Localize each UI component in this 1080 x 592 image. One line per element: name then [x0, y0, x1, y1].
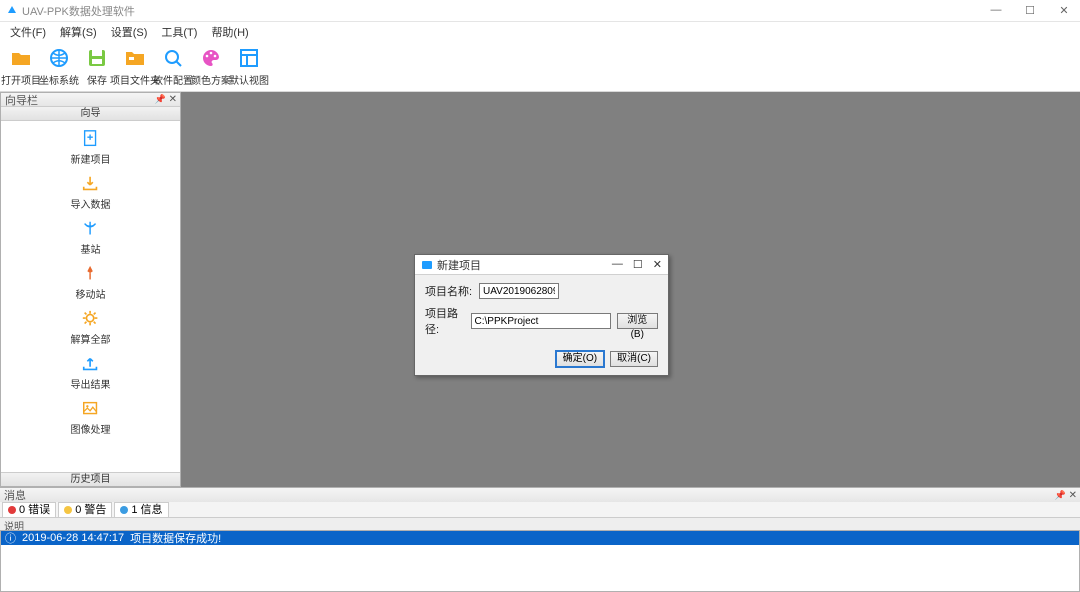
sidebar-tab-wizard[interactable]: 向导	[1, 107, 180, 121]
sidebar: 向导栏 📌 ✕ 向导 新建项目导入数据基站移动站解算全部导出结果图像处理 历史项…	[0, 92, 181, 487]
wizard-label: 导入数据	[71, 196, 111, 211]
minimize-icon[interactable]: —	[986, 4, 1006, 17]
close-icon[interactable]: ✕	[1054, 4, 1074, 17]
save-icon	[85, 46, 109, 70]
close-panel-icon[interactable]: ✕	[169, 94, 177, 105]
menu-tools[interactable]: 工具(T)	[155, 22, 203, 42]
menu-solve[interactable]: 解算(S)	[54, 22, 103, 42]
toolbar-label: 打开项目	[1, 72, 41, 87]
layout-icon	[237, 46, 261, 70]
messages-tabs: 0 错误 0 警告 1 信息	[0, 502, 1080, 518]
wiz-image-process[interactable]: 图像处理	[71, 397, 111, 438]
toolbar-label: 保存	[87, 72, 107, 87]
wizard-label: 解算全部	[71, 331, 111, 346]
messages-panel: 消息 📌 ✕ 0 错误 0 警告 1 信息 说明 ⓘ 2019-06-28 14:4…	[0, 487, 1080, 592]
sidebar-panel-title: 向导栏	[5, 92, 38, 108]
plus-doc-icon	[81, 129, 101, 149]
messages-pin-icon[interactable]: 📌	[1055, 490, 1066, 501]
maximize-icon[interactable]: ☐	[1020, 4, 1040, 17]
msg-tab-label: 0 警告	[75, 504, 106, 516]
project-path-label: 项目路径:	[425, 305, 465, 337]
import-icon	[81, 174, 101, 194]
wiz-import-data[interactable]: 导入数据	[71, 172, 111, 213]
search-gear-icon	[161, 46, 185, 70]
msg-tab-label: 1 信息	[131, 504, 162, 516]
tab-info[interactable]: 1 信息	[114, 502, 168, 518]
status-dot-icon	[64, 506, 72, 514]
toolbar-label: 默认视图	[229, 72, 269, 87]
wizard-body: 新建项目导入数据基站移动站解算全部导出结果图像处理	[1, 121, 180, 472]
dialog-minimize-icon[interactable]: —	[612, 258, 623, 271]
export-icon	[81, 354, 101, 374]
wiz-solve-all[interactable]: 解算全部	[71, 307, 111, 348]
coord-system-button[interactable]: 坐标系统	[42, 44, 76, 89]
dialog-icon	[421, 259, 433, 271]
canvas: 新建项目 — ☐ ✕ 项目名称: 项目路径: 浏览(B)	[181, 92, 1080, 487]
messages-close-icon[interactable]: ✕	[1069, 490, 1077, 501]
messages-header: 消息 📌 ✕	[0, 488, 1080, 502]
wizard-label: 图像处理	[71, 421, 111, 436]
save-button[interactable]: 保存	[80, 44, 114, 89]
window-titlebar: UAV-PPK数据处理软件 — ☐ ✕	[0, 0, 1080, 22]
dialog-titlebar[interactable]: 新建项目 — ☐ ✕	[415, 255, 668, 275]
wiz-base-station[interactable]: 基站	[81, 217, 101, 258]
default-view-button[interactable]: 默认视图	[232, 44, 266, 89]
cancel-button[interactable]: 取消(C)	[610, 351, 658, 367]
menu-settings[interactable]: 设置(S)	[105, 22, 154, 42]
menu-help[interactable]: 帮助(H)	[205, 22, 254, 42]
software-config-button[interactable]: 软件配置	[156, 44, 190, 89]
open-project-button[interactable]: 打开项目	[4, 44, 38, 89]
project-name-input[interactable]	[479, 283, 559, 299]
tab-warnings[interactable]: 0 警告	[58, 502, 112, 518]
toolbar-label: 软件配置	[153, 72, 193, 87]
globe-icon	[47, 46, 71, 70]
browse-button[interactable]: 浏览(B)	[617, 313, 658, 329]
toolbar-label: 颜色方案	[191, 72, 231, 87]
project-folder-button[interactable]: 项目文件夹	[118, 44, 152, 89]
pin-icon[interactable]: 📌	[155, 94, 166, 105]
wizard-label: 新建项目	[71, 151, 111, 166]
wizard-label: 导出结果	[71, 376, 111, 391]
status-dot-icon	[120, 506, 128, 514]
msg-tab-label: 0 错误	[19, 504, 50, 516]
toolbar: 打开项目坐标系统保存项目文件夹软件配置颜色方案默认视图	[0, 42, 1080, 92]
message-text: 项目数据保存成功!	[130, 530, 221, 546]
folder-tree-icon	[123, 46, 147, 70]
wiz-new-project[interactable]: 新建项目	[71, 127, 111, 168]
message-row[interactable]: ⓘ 2019-06-28 14:47:17 项目数据保存成功!	[1, 531, 1079, 545]
messages-body: ⓘ 2019-06-28 14:47:17 项目数据保存成功!	[0, 530, 1080, 592]
tab-errors[interactable]: 0 错误	[2, 502, 56, 518]
window-title: UAV-PPK数据处理软件	[22, 3, 986, 19]
new-project-dialog: 新建项目 — ☐ ✕ 项目名称: 项目路径: 浏览(B)	[414, 254, 669, 376]
palette-icon	[199, 46, 223, 70]
color-scheme-button[interactable]: 颜色方案	[194, 44, 228, 89]
toolbar-label: 坐标系统	[39, 72, 79, 87]
folder-icon	[9, 46, 33, 70]
app-icon	[6, 5, 18, 17]
sidebar-tab-history[interactable]: 历史项目	[1, 472, 180, 486]
dialog-maximize-icon[interactable]: ☐	[633, 258, 643, 271]
ok-button[interactable]: 确定(O)	[556, 351, 604, 367]
rover-icon	[81, 264, 101, 284]
messages-panel-title: 消息	[4, 487, 26, 503]
dialog-close-icon[interactable]: ✕	[653, 258, 662, 271]
wizard-label: 基站	[81, 241, 101, 256]
messages-subheader: 说明	[0, 518, 1080, 530]
menu-file[interactable]: 文件(F)	[4, 22, 52, 42]
project-name-label: 项目名称:	[425, 283, 473, 299]
message-time: 2019-06-28 14:47:17	[22, 532, 124, 544]
image-icon	[81, 399, 101, 419]
message-info-icon: ⓘ	[5, 530, 16, 546]
wiz-export-result[interactable]: 导出结果	[71, 352, 111, 393]
status-dot-icon	[8, 506, 16, 514]
gear-icon	[81, 309, 101, 329]
sidebar-header: 向导栏 📌 ✕	[1, 93, 180, 107]
dialog-title: 新建项目	[437, 257, 612, 273]
wizard-label: 移动站	[76, 286, 106, 301]
antenna-icon	[81, 219, 101, 239]
menubar: 文件(F) 解算(S) 设置(S) 工具(T) 帮助(H)	[0, 22, 1080, 42]
project-path-input[interactable]	[471, 313, 611, 329]
wiz-rover-station[interactable]: 移动站	[76, 262, 106, 303]
